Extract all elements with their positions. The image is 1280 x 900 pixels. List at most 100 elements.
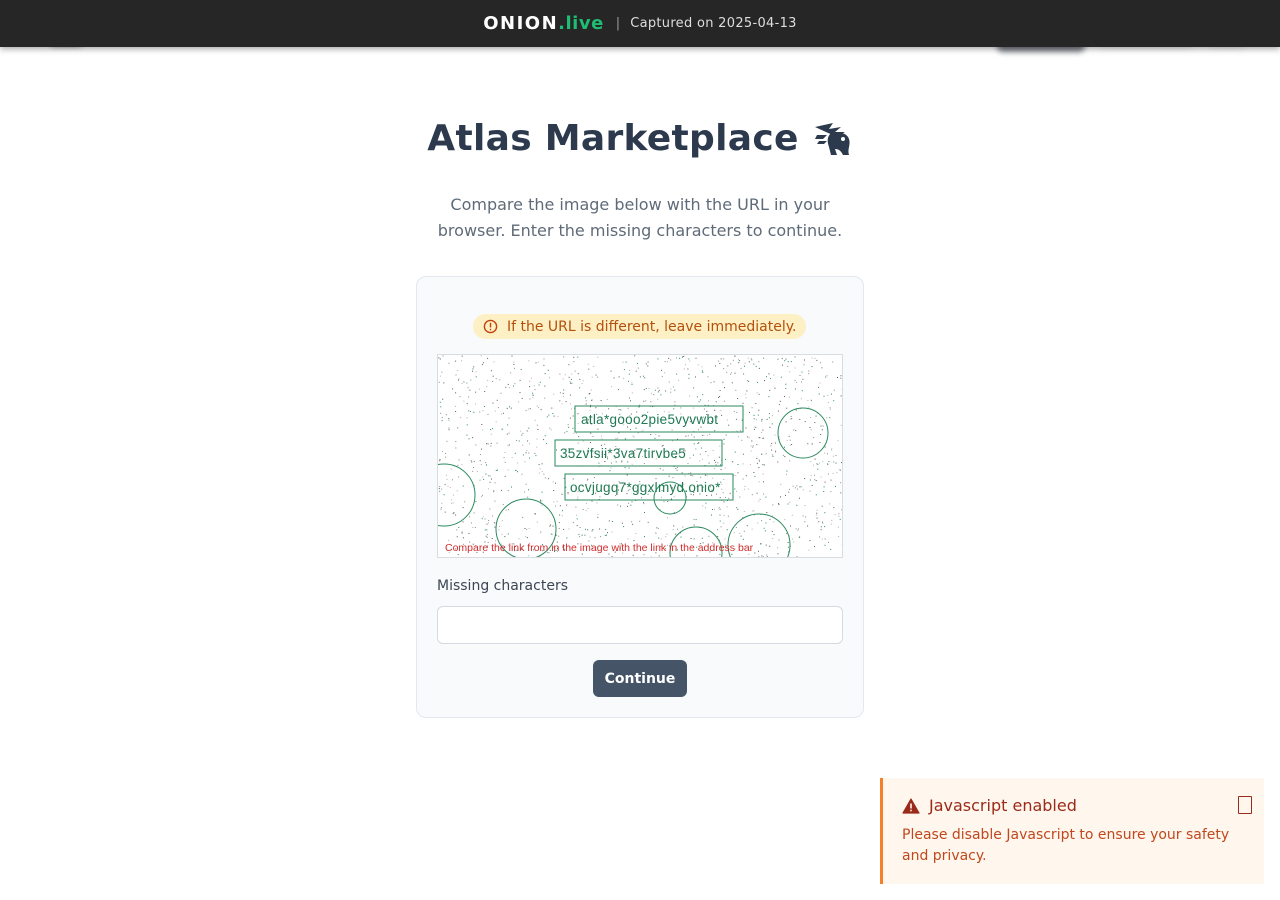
captcha-noise-dot bbox=[698, 401, 700, 403]
captcha-noise-dot bbox=[491, 538, 493, 539]
close-icon[interactable] bbox=[1238, 796, 1252, 814]
captcha-noise-dot bbox=[718, 456, 720, 458]
captcha-noise-dot bbox=[734, 451, 736, 453]
captcha-noise-dot bbox=[714, 409, 716, 411]
captcha-noise-dot bbox=[754, 426, 756, 428]
captcha-noise-dot bbox=[748, 437, 750, 439]
captcha-noise-dot bbox=[710, 382, 712, 384]
captcha-noise-dot bbox=[529, 398, 531, 400]
captcha-noise-dot bbox=[685, 435, 687, 437]
captcha-noise-dot bbox=[632, 435, 634, 437]
captcha-noise-dot bbox=[522, 516, 524, 518]
captcha-noise-dot bbox=[528, 527, 530, 529]
captcha-noise-dot bbox=[487, 534, 489, 535]
captcha-noise-dot bbox=[804, 521, 806, 523]
captcha-noise-dot bbox=[785, 387, 787, 389]
captcha-noise-dot bbox=[790, 361, 792, 363]
captcha-noise-dot bbox=[702, 370, 703, 372]
captcha-noise-dot bbox=[661, 369, 662, 371]
captcha-noise-dot bbox=[826, 417, 828, 419]
captcha-noise-dot bbox=[791, 444, 793, 445]
captcha-noise-dot bbox=[548, 414, 550, 416]
captcha-noise-dot bbox=[758, 393, 760, 395]
captcha-noise-dot bbox=[599, 536, 601, 538]
continue-button[interactable]: Continue bbox=[593, 660, 687, 697]
captcha-noise-dot bbox=[811, 443, 813, 445]
captcha-noise-dot bbox=[639, 376, 641, 378]
captcha-noise-dot bbox=[534, 453, 536, 454]
captcha-noise-dot bbox=[749, 411, 750, 413]
captcha-noise-dot bbox=[829, 417, 831, 419]
captcha-noise-dot bbox=[468, 438, 470, 440]
captcha-noise-dot bbox=[579, 387, 581, 389]
captcha-noise-dot bbox=[787, 542, 789, 543]
missing-characters-input[interactable] bbox=[437, 606, 843, 644]
captcha-noise-dot bbox=[643, 463, 645, 464]
captcha-noise-dot bbox=[746, 525, 748, 527]
captcha-noise-dot bbox=[752, 445, 754, 447]
captcha-noise-dot bbox=[539, 468, 541, 470]
captcha-noise-dot bbox=[563, 478, 565, 479]
captcha-noise-dot bbox=[802, 378, 804, 380]
captcha-noise-dot bbox=[611, 531, 613, 533]
captcha-noise-dot bbox=[604, 534, 606, 536]
captcha-noise-dot bbox=[777, 461, 779, 463]
captcha-noise-dot bbox=[628, 467, 630, 469]
captcha-noise-dot bbox=[784, 396, 785, 397]
captcha-noise-dot bbox=[564, 374, 566, 376]
captcha-noise-dot bbox=[568, 426, 570, 428]
captcha-noise-dot bbox=[613, 377, 615, 379]
captcha-noise-dot bbox=[835, 485, 836, 487]
captcha-noise-dot bbox=[749, 463, 751, 465]
captcha-noise-dot bbox=[491, 478, 492, 480]
captcha-noise-dot bbox=[664, 372, 666, 374]
captcha-noise-dot bbox=[750, 445, 752, 447]
captcha-noise-dot bbox=[452, 502, 454, 504]
captcha-noise-dot bbox=[822, 425, 824, 427]
captcha-noise-dot bbox=[657, 398, 659, 400]
captcha-noise-dot bbox=[471, 522, 472, 524]
onion-live-brand[interactable]: ONION.live bbox=[483, 13, 604, 34]
captcha-noise-dot bbox=[489, 481, 491, 483]
captcha-noise-dot bbox=[780, 496, 781, 498]
captcha-noise-dot bbox=[701, 434, 703, 436]
captcha-noise-dot bbox=[590, 404, 592, 406]
captcha-noise-dot bbox=[452, 494, 454, 496]
captcha-noise-dot bbox=[724, 387, 725, 389]
captcha-noise-dot bbox=[475, 376, 477, 378]
captcha-noise-dot bbox=[658, 390, 660, 392]
captcha-noise-dot bbox=[490, 433, 492, 435]
captcha-noise-dot bbox=[539, 499, 541, 501]
captcha-noise-dot bbox=[438, 381, 440, 383]
captcha-noise-dot bbox=[451, 502, 453, 504]
captcha-noise-dot bbox=[744, 486, 746, 487]
captcha-noise-dot bbox=[796, 556, 798, 557]
captcha-noise-dot bbox=[755, 426, 757, 428]
capture-date: Captured on 2025-04-13 bbox=[630, 16, 797, 31]
captcha-noise-dot bbox=[688, 358, 690, 360]
captcha-noise-dot bbox=[789, 396, 790, 398]
captcha-noise-dot bbox=[837, 440, 839, 442]
captcha-noise-dot bbox=[536, 405, 538, 407]
captcha-noise-dot bbox=[800, 486, 802, 488]
captcha-noise-dot bbox=[493, 490, 495, 492]
captcha-noise-dot bbox=[456, 536, 458, 538]
captcha-noise-dot bbox=[627, 538, 629, 540]
captcha-noise-dot bbox=[719, 390, 721, 391]
captcha-noise-dot bbox=[768, 396, 770, 398]
captcha-noise-dot bbox=[452, 513, 454, 515]
captcha-noise-dot bbox=[553, 490, 555, 491]
captcha-noise-dot bbox=[761, 418, 763, 420]
captcha-noise-dot bbox=[570, 378, 572, 380]
captcha-noise-dot bbox=[668, 475, 670, 477]
captcha-noise-dot bbox=[693, 518, 695, 520]
captcha-noise-dot bbox=[482, 429, 484, 431]
captcha-noise-dot bbox=[830, 491, 832, 493]
captcha-noise-dot bbox=[791, 514, 793, 516]
captcha-noise-dot bbox=[628, 373, 630, 375]
captcha-noise-dot bbox=[740, 535, 742, 537]
captcha-noise-dot bbox=[719, 514, 721, 516]
captcha-noise-dot bbox=[483, 406, 485, 407]
captcha-noise-dot bbox=[792, 485, 794, 487]
captcha-noise-dot bbox=[816, 463, 818, 465]
